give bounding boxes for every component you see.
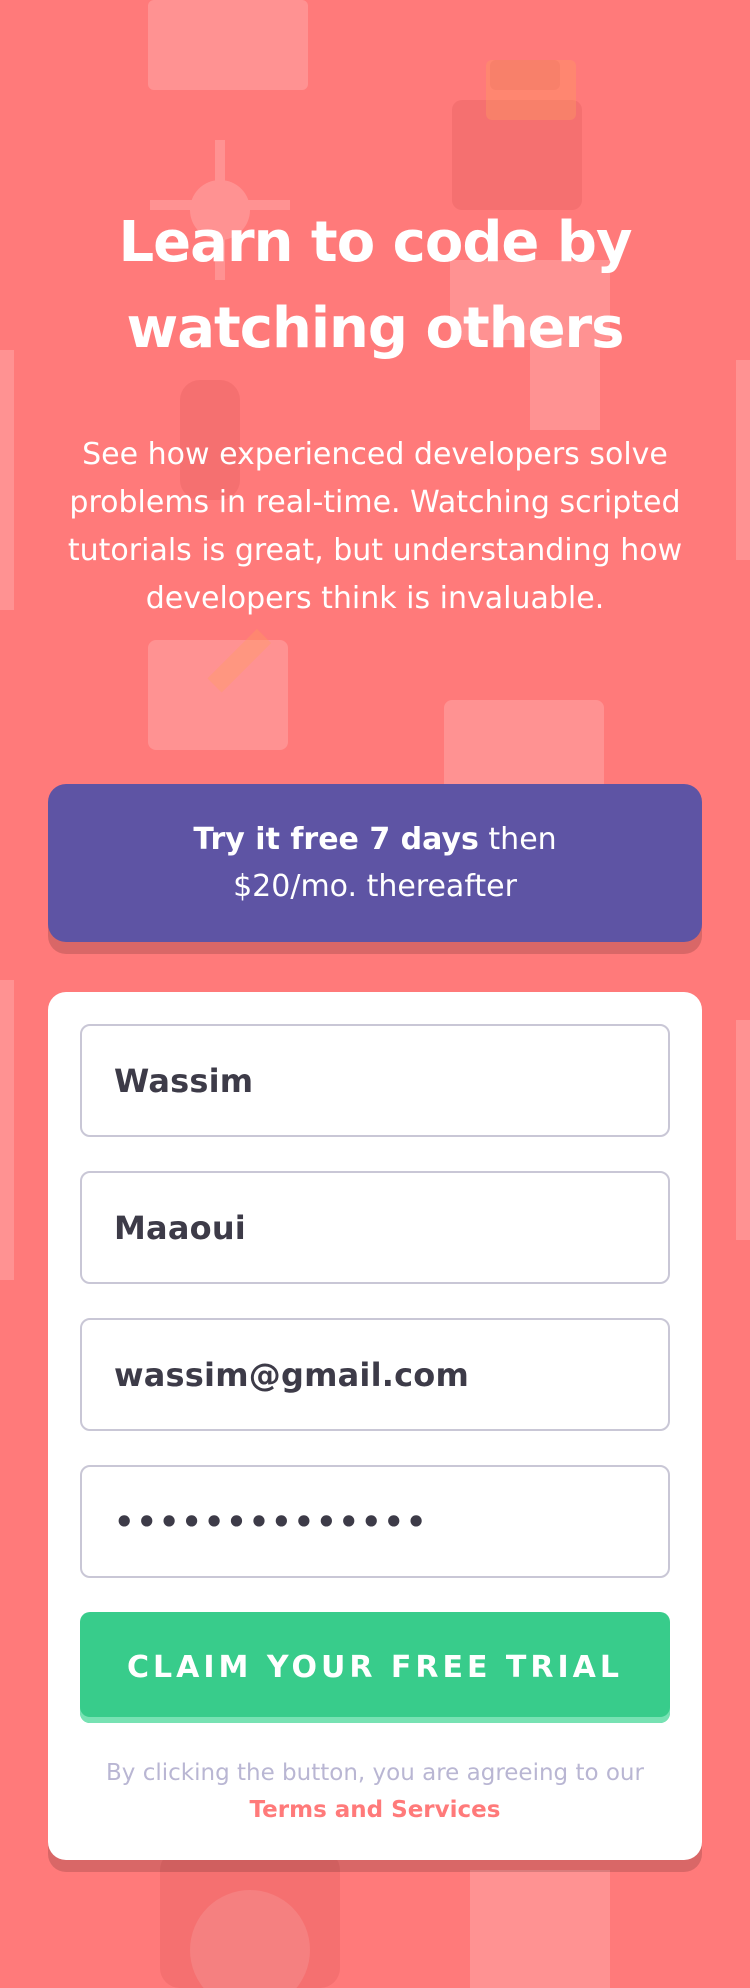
pricing-text: Try it free 7 days then $20/mo. thereaft… xyxy=(165,816,585,910)
hero-description: See how experienced developers solve pro… xyxy=(67,437,683,616)
claim-trial-label: CLAIM YOUR FREE TRIAL xyxy=(127,1650,623,1685)
claim-trial-button[interactable]: CLAIM YOUR FREE TRIAL xyxy=(80,1612,670,1723)
pricing-banner: Try it free 7 days then $20/mo. thereaft… xyxy=(48,784,702,942)
first-name-field[interactable]: Wassim xyxy=(80,1024,670,1137)
signup-form: Wassim Maaoui wassim@gmail.com •••••••••… xyxy=(48,992,702,1860)
first-name-value: Wassim xyxy=(114,1061,254,1100)
last-name-value: Maaoui xyxy=(114,1208,246,1247)
pricing-highlight: Try it free 7 days xyxy=(193,822,479,857)
page-title: Learn to code by watching others xyxy=(48,200,702,372)
password-value: •••••••••••••• xyxy=(114,1502,429,1541)
title-line-2: watching others xyxy=(126,296,624,361)
title-line-1: Learn to code by xyxy=(118,210,633,275)
password-field[interactable]: •••••••••••••• xyxy=(80,1465,670,1578)
email-field[interactable]: wassim@gmail.com xyxy=(80,1318,670,1431)
terms-text: By clicking the button, you are agreeing… xyxy=(106,1760,644,1786)
terms-notice: By clicking the button, you are agreeing… xyxy=(80,1755,670,1829)
last-name-field[interactable]: Maaoui xyxy=(80,1171,670,1284)
terms-link[interactable]: Terms and Services xyxy=(250,1797,501,1823)
email-value: wassim@gmail.com xyxy=(114,1355,469,1394)
